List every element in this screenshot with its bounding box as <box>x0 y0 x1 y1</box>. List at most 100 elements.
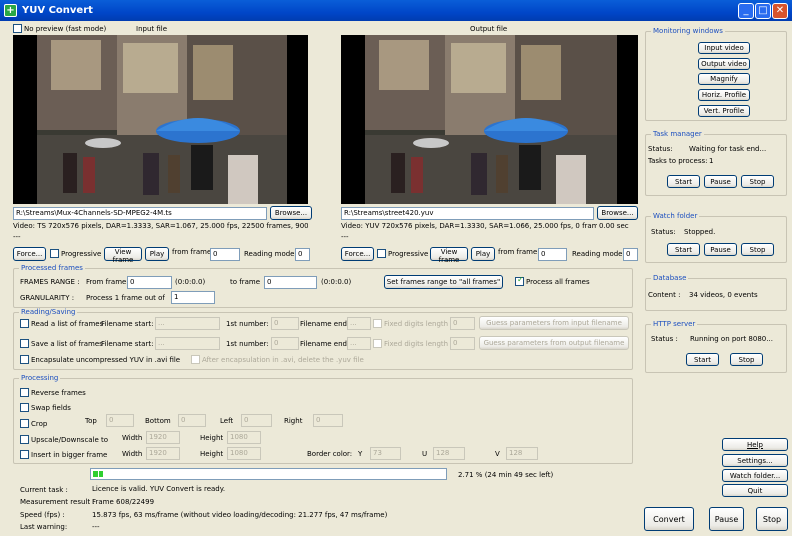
database-content-label: Content : <box>648 291 681 299</box>
input-reading-mode-field[interactable]: 0 <box>295 248 310 261</box>
upscale-height-field[interactable]: 1080 <box>227 431 261 444</box>
close-icon[interactable]: ✕ <box>772 3 788 19</box>
output-play-button[interactable]: Play <box>471 247 495 261</box>
task-status-text: Waiting for task end... <box>689 145 767 153</box>
pause-button[interactable]: Pause <box>709 507 744 531</box>
task-pause-button[interactable]: Pause <box>704 175 737 188</box>
output-force-button[interactable]: Force... <box>341 247 374 261</box>
convert-button[interactable]: Convert <box>644 507 694 531</box>
http-status-text: Running on port 8080... <box>690 335 773 343</box>
http-start-button[interactable]: Start <box>686 353 719 366</box>
output-progressive-checkbox[interactable] <box>377 249 386 258</box>
read-filename-end-field[interactable]: ... <box>347 317 371 330</box>
crop-label: Crop <box>31 420 48 428</box>
save-first-number-field[interactable]: 0 <box>271 337 299 350</box>
border-v-field[interactable]: 128 <box>506 447 538 460</box>
input-info-extra: --- <box>13 233 21 241</box>
input-view-frame-button[interactable]: View frame <box>104 247 142 264</box>
guess-input-button[interactable]: Guess parameters from input filename <box>479 316 629 330</box>
upscale-width-field[interactable]: 1920 <box>146 431 180 444</box>
swap-fields-checkbox[interactable] <box>20 403 29 412</box>
crop-top-label: Top <box>85 417 97 425</box>
output-video-button[interactable]: Output video <box>698 58 750 70</box>
window-title: YUV Convert <box>22 5 93 16</box>
insert-frame-checkbox[interactable] <box>20 450 29 459</box>
crop-right-field[interactable]: 0 <box>313 414 343 427</box>
input-force-button[interactable]: Force... <box>13 247 46 261</box>
input-browse-button[interactable]: Browse... <box>270 206 312 220</box>
crop-left-field[interactable]: 0 <box>241 414 272 427</box>
output-info-text: Video: YUV 720x576 pixels, DAR=1.3330, S… <box>341 222 597 230</box>
save-list-checkbox[interactable] <box>20 339 29 348</box>
border-y-field[interactable]: 73 <box>370 447 401 460</box>
task-stop-button[interactable]: Stop <box>741 175 774 188</box>
watch-pause-button[interactable]: Pause <box>704 243 737 256</box>
last-warning-label: Last warning: <box>20 523 68 531</box>
input-video-button[interactable]: Input video <box>698 42 750 54</box>
stop-button[interactable]: Stop <box>756 507 788 531</box>
read-list-checkbox[interactable] <box>20 319 29 328</box>
output-browse-button[interactable]: Browse... <box>597 206 638 220</box>
from-frame-field[interactable]: 0 <box>127 276 172 289</box>
current-task-label: Current task : <box>20 486 68 494</box>
delete-yuv-checkbox[interactable] <box>191 355 200 364</box>
horiz-profile-button[interactable]: Horiz. Profile <box>698 89 750 101</box>
magnify-button[interactable]: Magnify <box>698 73 750 85</box>
input-path-field[interactable]: R:\Streams\Mux-4Channels-SD-MPEG2-4M.ts <box>13 207 267 220</box>
border-u-field[interactable]: 128 <box>433 447 465 460</box>
input-play-button[interactable]: Play <box>145 247 169 261</box>
insert-width-field[interactable]: 1920 <box>146 447 180 460</box>
output-file-title: Output file <box>470 25 508 33</box>
to-frame-field[interactable]: 0 <box>264 276 317 289</box>
crop-bottom-field[interactable]: 0 <box>178 414 206 427</box>
watch-folder-button[interactable]: Watch folder... <box>722 469 788 482</box>
help-button[interactable]: Help <box>722 438 788 451</box>
encapsulate-avi-checkbox[interactable] <box>20 355 29 364</box>
http-stop-button[interactable]: Stop <box>730 353 763 366</box>
crop-left-label: Left <box>220 417 234 425</box>
current-task-text: Licence is valid. YUV Convert is ready. <box>92 485 226 493</box>
settings-button[interactable]: Settings... <box>722 454 788 467</box>
insert-height-field[interactable]: 1080 <box>227 447 261 460</box>
output-reading-mode-label: Reading mode: <box>572 250 625 258</box>
upscale-checkbox[interactable] <box>20 435 29 444</box>
no-preview-checkbox[interactable] <box>13 24 22 33</box>
save-fixed-digits-checkbox[interactable] <box>373 339 382 348</box>
watch-stop-button[interactable]: Stop <box>741 243 774 256</box>
save-fixed-digits-field[interactable]: 0 <box>450 337 475 350</box>
input-video-preview <box>13 35 308 204</box>
encapsulate-avi-label: Encapsulate uncompressed YUV in .avi fil… <box>31 356 181 364</box>
set-all-frames-button[interactable]: Set frames range to "all frames" <box>384 275 503 289</box>
watch-start-button[interactable]: Start <box>667 243 700 256</box>
minimize-icon[interactable]: _ <box>738 3 754 19</box>
crop-checkbox[interactable] <box>20 419 29 428</box>
read-filename-start-field[interactable]: ... <box>155 317 220 330</box>
output-reading-mode-field[interactable]: 0 <box>623 248 638 261</box>
input-from-frame-field[interactable]: 0 <box>210 248 240 261</box>
read-list-label: Read a list of frames <box>31 320 104 328</box>
frames-range-label: FRAMES RANGE : <box>20 278 80 286</box>
process-all-frames-label: Process all frames <box>526 278 590 286</box>
output-from-frame-field[interactable]: 0 <box>538 248 567 261</box>
read-fixed-digits-field[interactable]: 0 <box>450 317 475 330</box>
vert-profile-button[interactable]: Vert. Profile <box>698 105 750 117</box>
output-path-field[interactable]: R:\Streams\street420.yuv <box>341 207 594 220</box>
maximize-icon[interactable]: □ <box>755 3 771 19</box>
guess-output-button[interactable]: Guess parameters from output filename <box>479 336 629 350</box>
save-filename-start-field[interactable]: ... <box>155 337 220 350</box>
output-view-frame-button[interactable]: View frame <box>430 247 468 264</box>
granularity-text: Process 1 frame out of <box>86 294 165 302</box>
title-bar: YUV Convert <box>0 0 792 21</box>
delete-yuv-label: After encapsulation in .avi, delete the … <box>202 356 364 364</box>
crop-top-field[interactable]: 0 <box>106 414 134 427</box>
process-all-frames-checkbox[interactable] <box>515 275 524 286</box>
save-filename-end-field[interactable]: ... <box>347 337 371 350</box>
input-progressive-checkbox[interactable] <box>50 249 59 258</box>
quit-button[interactable]: Quit <box>722 484 788 497</box>
task-start-button[interactable]: Start <box>667 175 700 188</box>
reverse-frames-checkbox[interactable] <box>20 388 29 397</box>
granularity-field[interactable]: 1 <box>171 291 215 304</box>
read-fixed-digits-checkbox[interactable] <box>373 319 382 328</box>
read-first-number-field[interactable]: 0 <box>271 317 299 330</box>
tasks-to-process-value: 1 <box>709 157 714 165</box>
